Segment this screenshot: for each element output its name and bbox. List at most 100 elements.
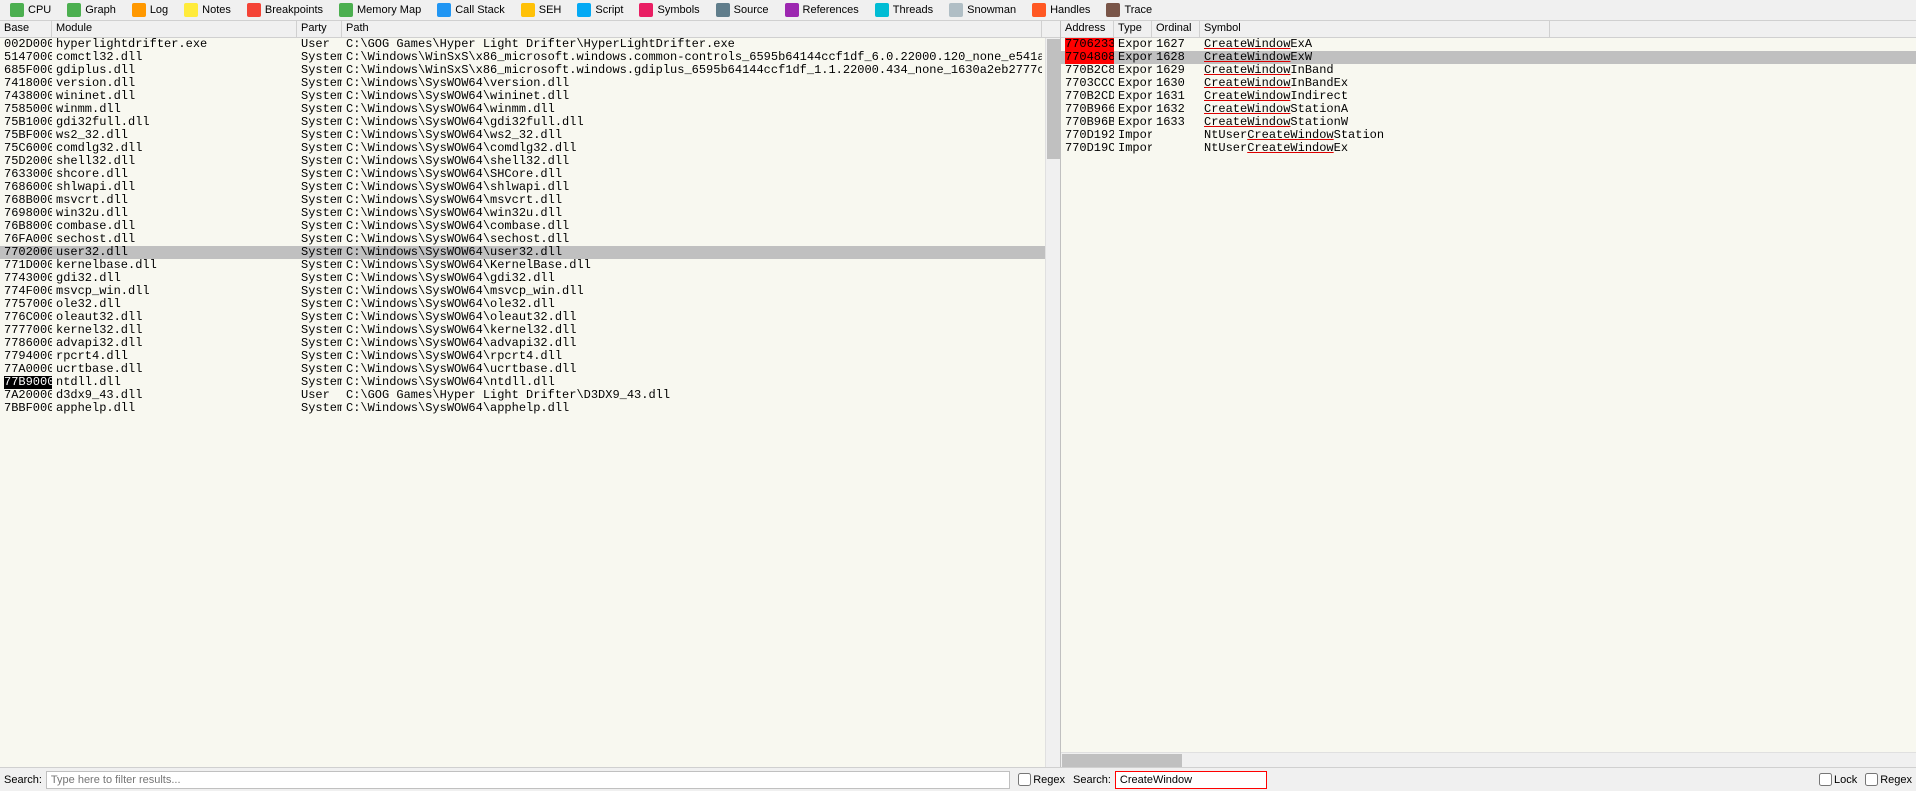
modules-table[interactable]: 002D0000hyperlightdrifter.exeUserC:\GOG … xyxy=(0,38,1060,767)
module-row[interactable]: 774F0000msvcp_win.dllSystemC:\Windows\Sy… xyxy=(0,285,1060,298)
cell-type: Import xyxy=(1114,142,1152,155)
tab-label: Threads xyxy=(893,4,933,16)
cell-ord xyxy=(1152,142,1200,155)
symbol-row[interactable]: 770D19C0ImportNtUserCreateWindowEx xyxy=(1061,142,1916,155)
module-row[interactable]: 75BF0000ws2_32.dllSystemC:\Windows\SysWO… xyxy=(0,129,1060,142)
cell-path: C:\Windows\SysWOW64\user32.dll xyxy=(342,246,1042,259)
symbol-row[interactable]: 770D1920ImportNtUserCreateWindowStation xyxy=(1061,129,1916,142)
module-row[interactable]: 002D0000hyperlightdrifter.exeUserC:\GOG … xyxy=(0,38,1060,51)
cell-base: 7A200000 xyxy=(0,389,52,402)
module-row[interactable]: 75850000winmm.dllSystemC:\Windows\SysWOW… xyxy=(0,103,1060,116)
column-header-module[interactable]: Module xyxy=(52,21,297,37)
cell-addr: 770B2C80 xyxy=(1061,64,1114,77)
cell-path: C:\Windows\SysWOW64\KernelBase.dll xyxy=(342,259,1042,272)
tab-callstack[interactable]: Call Stack xyxy=(430,0,512,20)
cell-base: 685F0000 xyxy=(0,64,52,77)
symbol-row[interactable]: 770B2C80Export1629CreateWindowInBand xyxy=(1061,64,1916,77)
module-row[interactable]: 77860000advapi32.dllSystemC:\Windows\Sys… xyxy=(0,337,1060,350)
cell-party: System xyxy=(297,103,342,116)
scrollbar-horizontal[interactable] xyxy=(1061,752,1916,767)
cell-base: 75850000 xyxy=(0,103,52,116)
module-row[interactable]: 685F0000gdiplus.dllSystemC:\Windows\WinS… xyxy=(0,64,1060,77)
modules-regex-checkbox[interactable] xyxy=(1018,773,1031,786)
symbols-search-input[interactable] xyxy=(1115,771,1267,789)
module-row[interactable]: 77020000user32.dllSystemC:\Windows\SysWO… xyxy=(0,246,1060,259)
cell-party: System xyxy=(297,142,342,155)
cell-module: sechost.dll xyxy=(52,233,297,246)
module-row[interactable]: 77570000ole32.dllSystemC:\Windows\SysWOW… xyxy=(0,298,1060,311)
module-row[interactable]: 75C60000comdlg32.dllSystemC:\Windows\Sys… xyxy=(0,142,1060,155)
module-row[interactable]: 75B10000gdi32full.dllSystemC:\Windows\Sy… xyxy=(0,116,1060,129)
tab-trace[interactable]: Trace xyxy=(1099,0,1159,20)
cell-base: 77430000 xyxy=(0,272,52,285)
column-header-sym[interactable]: Symbol xyxy=(1200,21,1550,37)
module-row[interactable]: 75D20000shell32.dllSystemC:\Windows\SysW… xyxy=(0,155,1060,168)
symbol-row[interactable]: 77062330Export1627CreateWindowExA xyxy=(1061,38,1916,51)
modules-search-input[interactable] xyxy=(46,771,1010,789)
cell-ord: 1630 xyxy=(1152,77,1200,90)
module-row[interactable]: 76980000win32u.dllSystemC:\Windows\SysWO… xyxy=(0,207,1060,220)
cell-party: System xyxy=(297,259,342,272)
symbols-regex-checkbox[interactable] xyxy=(1865,773,1878,786)
tab-references[interactable]: References xyxy=(778,0,866,20)
module-row[interactable]: 76330000shcore.dllSystemC:\Windows\SysWO… xyxy=(0,168,1060,181)
column-header-ord[interactable]: Ordinal xyxy=(1152,21,1200,37)
tab-cpu[interactable]: CPU xyxy=(3,0,58,20)
module-row[interactable]: 768B0000msvcrt.dllSystemC:\Windows\SysWO… xyxy=(0,194,1060,207)
module-row[interactable]: 77B90000ntdll.dllSystemC:\Windows\SysWOW… xyxy=(0,376,1060,389)
column-header-type[interactable]: Type xyxy=(1114,21,1152,37)
tab-symbols[interactable]: Symbols xyxy=(632,0,706,20)
module-row[interactable]: 77A00000ucrtbase.dllSystemC:\Windows\Sys… xyxy=(0,363,1060,376)
symbols-table[interactable]: 77062330Export1627CreateWindowExA7704808… xyxy=(1061,38,1916,752)
module-row[interactable]: 76B80000combase.dllSystemC:\Windows\SysW… xyxy=(0,220,1060,233)
module-row[interactable]: 76FA0000sechost.dllSystemC:\Windows\SysW… xyxy=(0,233,1060,246)
cell-path: C:\Windows\SysWOW64\gdi32.dll xyxy=(342,272,1042,285)
module-row[interactable]: 7A200000d3dx9_43.dllUserC:\GOG Games\Hyp… xyxy=(0,389,1060,402)
tab-notes[interactable]: Notes xyxy=(177,0,238,20)
lock-checkbox[interactable] xyxy=(1819,773,1832,786)
references-icon xyxy=(785,3,799,17)
toolbar: CPUGraphLogNotesBreakpointsMemory MapCal… xyxy=(0,0,1916,21)
tab-breakpoints[interactable]: Breakpoints xyxy=(240,0,330,20)
column-header-addr[interactable]: Address xyxy=(1061,21,1114,37)
symbol-row[interactable]: 770B96B0Export1633CreateWindowStationW xyxy=(1061,116,1916,129)
cell-module: shcore.dll xyxy=(52,168,297,181)
module-row[interactable]: 776C0000oleaut32.dllSystemC:\Windows\Sys… xyxy=(0,311,1060,324)
module-row[interactable]: 771D0000kernelbase.dllSystemC:\Windows\S… xyxy=(0,259,1060,272)
module-row[interactable]: 51470000comctl32.dllSystemC:\Windows\Win… xyxy=(0,51,1060,64)
tab-memmap[interactable]: Memory Map xyxy=(332,0,428,20)
tab-handles[interactable]: Handles xyxy=(1025,0,1097,20)
tab-source[interactable]: Source xyxy=(709,0,776,20)
module-row[interactable]: 76860000shlwapi.dllSystemC:\Windows\SysW… xyxy=(0,181,1060,194)
symbol-row[interactable]: 7703CCC0Export1630CreateWindowInBandEx xyxy=(1061,77,1916,90)
column-header-party[interactable]: Party xyxy=(297,21,342,37)
module-row[interactable]: 77430000gdi32.dllSystemC:\Windows\SysWOW… xyxy=(0,272,1060,285)
symbol-row[interactable]: 770B9660Export1632CreateWindowStationA xyxy=(1061,103,1916,116)
tab-threads[interactable]: Threads xyxy=(868,0,940,20)
module-row[interactable]: 77940000rpcrt4.dllSystemC:\Windows\SysWO… xyxy=(0,350,1060,363)
cell-base: 77940000 xyxy=(0,350,52,363)
tab-log[interactable]: Log xyxy=(125,0,175,20)
symbol-row[interactable]: 770B2CD0Export1631CreateWindowIndirect xyxy=(1061,90,1916,103)
symbol-row[interactable]: 77048080Export1628CreateWindowExW xyxy=(1061,51,1916,64)
cell-base: 75B10000 xyxy=(0,116,52,129)
cell-path: C:\Windows\SysWOW64\gdi32full.dll xyxy=(342,116,1042,129)
column-header-base[interactable]: Base xyxy=(0,21,52,37)
column-header-path[interactable]: Path xyxy=(342,21,1042,37)
tab-script[interactable]: Script xyxy=(570,0,630,20)
scrollbar-vertical[interactable] xyxy=(1045,38,1060,767)
cell-party: System xyxy=(297,337,342,350)
module-row[interactable]: 77770000kernel32.dllSystemC:\Windows\Sys… xyxy=(0,324,1060,337)
cell-module: version.dll xyxy=(52,77,297,90)
module-row[interactable]: 74180000version.dllSystemC:\Windows\SysW… xyxy=(0,77,1060,90)
cell-party: System xyxy=(297,220,342,233)
tab-graph[interactable]: Graph xyxy=(60,0,123,20)
tab-seh[interactable]: SEH xyxy=(514,0,569,20)
module-row[interactable]: 74380000wininet.dllSystemC:\Windows\SysW… xyxy=(0,90,1060,103)
tab-snowman[interactable]: Snowman xyxy=(942,0,1023,20)
cpu-icon xyxy=(10,3,24,17)
module-row[interactable]: 7BBF0000apphelp.dllSystemC:\Windows\SysW… xyxy=(0,402,1060,415)
cell-path: C:\Windows\SysWOW64\advapi32.dll xyxy=(342,337,1042,350)
cell-base: 74180000 xyxy=(0,77,52,90)
cell-type: Export xyxy=(1114,64,1152,77)
